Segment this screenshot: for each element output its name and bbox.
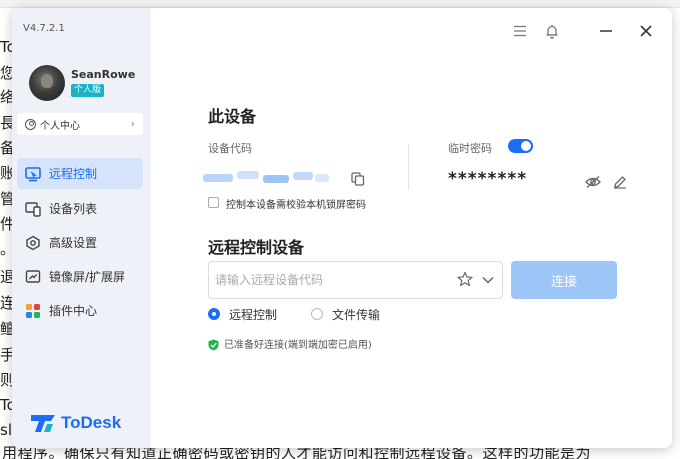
remote-control-icon [24, 165, 42, 183]
temp-password-label: 临时密码 [448, 142, 492, 155]
mode-label-file-transfer: 文件传输 [332, 308, 381, 322]
todesk-logo-icon [31, 415, 55, 432]
logo-text: ToDesk [61, 413, 122, 432]
mode-label-remote-control: 远程控制 [229, 308, 278, 322]
user-icon [25, 118, 36, 130]
nav-label: 设备列表 [49, 202, 98, 216]
nav-plugin-center[interactable]: 插件中心 [17, 295, 143, 326]
version-label: V4.7.2.1 [23, 23, 65, 34]
lock-password-label: 控制本设备需校验本机锁屏密码 [226, 200, 366, 211]
mode-radio-file-transfer[interactable] [311, 308, 323, 320]
background-toolbar [0, 0, 680, 8]
nav-device-list[interactable]: 设备列表 [17, 193, 143, 224]
star-icon[interactable] [457, 271, 473, 287]
copy-icon[interactable] [351, 171, 365, 186]
plugin-center-icon [24, 302, 42, 320]
todesk-logo: ToDesk [30, 412, 121, 434]
divider [408, 144, 409, 190]
shield-check-icon [208, 336, 219, 351]
mode-radio-remote-control[interactable] [208, 308, 220, 320]
todesk-window: V4.7.2.1 SeanRowe 个人版 个人中心 › 远程控制 设备列表 高… [12, 8, 672, 448]
temp-password-value: ******** [448, 169, 528, 189]
sidebar: V4.7.2.1 SeanRowe 个人版 个人中心 › 远程控制 设备列表 高… [12, 8, 151, 448]
chevron-down-icon[interactable] [481, 272, 495, 286]
connect-button[interactable]: 连接 [511, 261, 617, 299]
this-device-title: 此设备 [208, 107, 257, 126]
plan-badge: 个人版 [71, 84, 105, 97]
nav-label: 远程控制 [49, 167, 98, 181]
advanced-settings-icon [24, 234, 42, 252]
remote-control-title: 远程控制设备 [208, 238, 305, 257]
profile-center-label: 个人中心 [40, 120, 80, 132]
nav-label: 高级设置 [49, 236, 98, 250]
nav-remote-control[interactable]: 远程控制 [17, 158, 143, 189]
edit-password-icon[interactable] [613, 174, 627, 189]
username: SeanRowe [71, 68, 136, 81]
nav-label: 插件中心 [49, 304, 98, 318]
temp-password-toggle[interactable] [508, 139, 533, 153]
lock-password-checkbox[interactable] [208, 197, 219, 208]
main-panel: 此设备 设备代码 临时密码 ******** 控制本设备需校验本机锁屏密码 远程… [151, 8, 672, 448]
device-code-value-redacted [203, 166, 331, 188]
chevron-right-icon: › [130, 117, 135, 130]
mirror-screen-icon [24, 268, 42, 286]
hide-password-icon[interactable] [585, 174, 601, 188]
device-code-label: 设备代码 [208, 142, 252, 155]
nav-label: 镜像屏/扩展屏 [49, 270, 126, 284]
nav-mirror-screen[interactable]: 镜像屏/扩展屏 [17, 261, 143, 292]
avatar[interactable] [29, 65, 65, 101]
device-list-icon [24, 200, 42, 218]
connection-status: 已准备好连接(端到端加密已启用) [224, 340, 372, 351]
profile-center-button[interactable]: 个人中心 › [17, 113, 143, 135]
nav-advanced-settings[interactable]: 高级设置 [17, 227, 143, 258]
